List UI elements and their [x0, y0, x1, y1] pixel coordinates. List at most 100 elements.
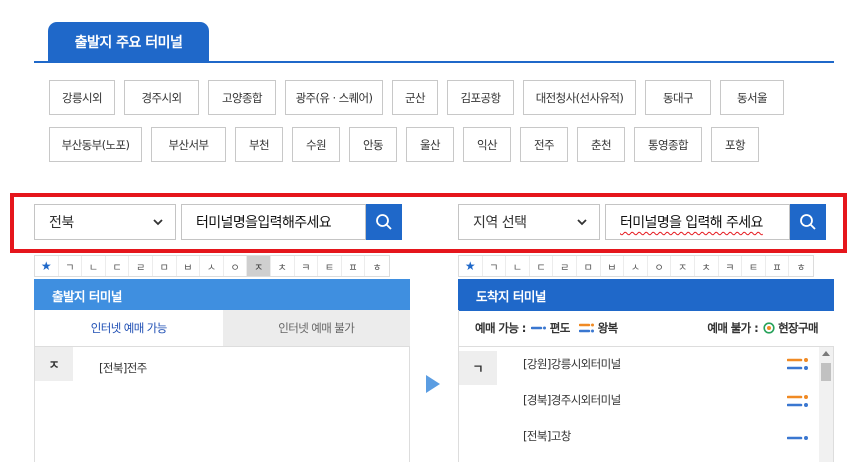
consonant-tab[interactable]: ㅇ [648, 256, 672, 276]
departure-terminal-item[interactable]: [전북]전주 [99, 360, 147, 376]
consonant-star-icon[interactable]: ★ [459, 256, 483, 276]
consonant-tab[interactable]: ㅁ [153, 256, 177, 276]
consonant-tab[interactable]: ㄷ [530, 256, 554, 276]
terminal-button[interactable]: 강릉시외 [49, 80, 115, 115]
departure-terminal-list: ㅈ [전북]전주 [34, 346, 410, 462]
scroll-thumb[interactable] [821, 363, 831, 381]
legend-possible-label: 예매 가능 : [475, 321, 526, 335]
terminal-row-2: 부산동부(노포) 부산서부 부천 수원 안동 울산 익산 전주 춘천 통영종합 … [49, 127, 829, 162]
legend-round-label: 왕복 [597, 321, 619, 335]
oneway-icon [787, 436, 808, 440]
legend-impossible-label: 예매 불가 : [707, 321, 759, 335]
direction-arrow-icon [426, 375, 440, 393]
terminal-button[interactable]: 익산 [463, 127, 511, 162]
terminal-button[interactable]: 전주 [520, 127, 568, 162]
arrival-list-scrollbar[interactable] [819, 347, 833, 462]
consonant-tab[interactable]: ㅂ [177, 256, 201, 276]
tab-internet-unavailable[interactable]: 인터넷 예매 불가 [222, 310, 410, 346]
consonant-tab[interactable]: ㅌ [318, 256, 342, 276]
terminal-button[interactable]: 군산 [392, 80, 438, 115]
terminal-button[interactable]: 동서울 [720, 80, 784, 115]
departure-input-value: 터미널명을입력해주세요 [196, 215, 332, 231]
terminal-button[interactable]: 광주(유 · 스퀘어) [285, 80, 383, 115]
terminal-button[interactable]: 경주시외 [124, 80, 199, 115]
terminal-button[interactable]: 포항 [711, 127, 759, 162]
oneway-icon [530, 326, 546, 330]
arrival-terminal-item[interactable]: [강원]강릉시외터미널 [523, 356, 621, 372]
consonant-tab[interactable]: ㅅ [200, 256, 224, 276]
arrival-panel-header: 도착지 터미널 [458, 279, 834, 311]
onsite-icon [763, 322, 775, 334]
consonant-tab[interactable]: ㅅ [624, 256, 648, 276]
arrival-search-button[interactable] [790, 204, 826, 240]
search-icon [376, 214, 392, 230]
consonant-tab[interactable]: ㅁ [577, 256, 601, 276]
terminal-button[interactable]: 동대구 [645, 80, 711, 115]
terminal-button[interactable]: 안동 [349, 127, 397, 162]
terminal-button[interactable]: 통영종합 [634, 127, 702, 162]
main-terminal-grid: 강릉시외 경주시외 고양종합 광주(유 · 스퀘어) 군산 김포공항 대전청사(… [49, 80, 829, 174]
reservation-legend: 예매 가능 : 편도 왕복 예매 불가 : 현장구매 [458, 310, 834, 346]
departure-region-value: 전북 [49, 215, 74, 231]
arrival-terminal-item[interactable]: [경북]경주시외터미널 [523, 392, 621, 408]
tab-internet-available[interactable]: 인터넷 예매 가능 [34, 310, 223, 346]
departure-panel-title: 출발지 터미널 [52, 288, 122, 304]
terminal-button[interactable]: 부천 [235, 127, 283, 162]
arrival-terminal-list: ㄱ [강원]강릉시외터미널 [경북]경주시외터미널 [전북]고창 [458, 346, 834, 462]
arrival-index-letter: ㄱ [459, 351, 497, 385]
roundtrip-icon [787, 358, 808, 370]
consonant-tab[interactable]: ㄴ [82, 256, 106, 276]
terminal-button[interactable]: 김포공항 [447, 80, 514, 115]
chevron-down-icon [153, 219, 163, 226]
chevron-down-icon [577, 219, 587, 226]
arrival-terminal-input[interactable]: 터미널명을 입력해 주세요 [605, 204, 790, 240]
terminal-button[interactable]: 수원 [292, 127, 340, 162]
consonant-tab[interactable]: ㄴ [506, 256, 530, 276]
terminal-button[interactable]: 부산서부 [151, 127, 226, 162]
departure-index-letter: ㅈ [35, 347, 73, 381]
search-icon [800, 214, 816, 230]
consonant-star-icon[interactable]: ★ [35, 256, 59, 276]
consonant-tab[interactable]: ㅈ [671, 256, 695, 276]
terminal-button[interactable]: 고양종합 [208, 80, 276, 115]
consonant-tab[interactable]: ㅂ [601, 256, 625, 276]
departure-region-select[interactable]: 전북 [34, 204, 176, 240]
arrival-panel-title: 도착지 터미널 [476, 288, 546, 304]
tab-divider [34, 61, 834, 63]
terminal-button[interactable]: 대전청사(선사유적) [523, 80, 636, 115]
consonant-tab[interactable]: ㅍ [766, 256, 790, 276]
consonant-tab[interactable]: ㄹ [129, 256, 153, 276]
consonant-tab[interactable]: ㅊ [271, 256, 295, 276]
consonant-tab-active[interactable]: ㅈ [247, 256, 271, 276]
consonant-tab[interactable]: ㅋ [295, 256, 319, 276]
arrival-terminal-item[interactable]: [전북]고창 [523, 428, 571, 444]
roundtrip-icon [578, 323, 594, 333]
consonant-tab[interactable]: ㅎ [365, 256, 389, 276]
consonant-tab[interactable]: ㅋ [719, 256, 743, 276]
consonant-tab[interactable]: ㅊ [695, 256, 719, 276]
scroll-up-icon[interactable] [822, 351, 830, 356]
consonant-tab[interactable]: ㅇ [224, 256, 248, 276]
consonant-tab[interactable]: ㄷ [106, 256, 130, 276]
terminal-button[interactable]: 울산 [406, 127, 454, 162]
arrival-input-value: 터미널명을 입력해 주세요 [620, 215, 763, 231]
consonant-tab[interactable]: ㄹ [553, 256, 577, 276]
consonant-tab[interactable]: ㅎ [789, 256, 813, 276]
tab-title: 출발지 주요 터미널 [74, 35, 183, 51]
departure-main-tab[interactable]: 출발지 주요 터미널 [48, 22, 209, 62]
legend-oneway-label: 편도 [549, 321, 571, 335]
departure-panel-header: 출발지 터미널 [34, 279, 410, 311]
departure-terminal-input[interactable]: 터미널명을입력해주세요 [181, 204, 366, 240]
consonant-tab[interactable]: ㅍ [342, 256, 366, 276]
terminal-button[interactable]: 춘천 [577, 127, 625, 162]
legend-onsite-label: 현장구매 [778, 321, 819, 335]
consonant-tab[interactable]: ㅌ [742, 256, 766, 276]
consonant-tab[interactable]: ㄱ [59, 256, 83, 276]
departure-search-button[interactable] [366, 204, 402, 240]
terminal-button[interactable]: 부산동부(노포) [49, 127, 142, 162]
consonant-tab[interactable]: ㄱ [483, 256, 507, 276]
arrival-region-value: 지역 선택 [473, 215, 527, 231]
arrival-region-select[interactable]: 지역 선택 [458, 204, 600, 240]
departure-consonant-bar: ★ ㄱ ㄴ ㄷ ㄹ ㅁ ㅂ ㅅ ㅇ ㅈ ㅊ ㅋ ㅌ ㅍ ㅎ [34, 255, 390, 277]
departure-subtabs: 인터넷 예매 가능 인터넷 예매 불가 [34, 310, 410, 346]
